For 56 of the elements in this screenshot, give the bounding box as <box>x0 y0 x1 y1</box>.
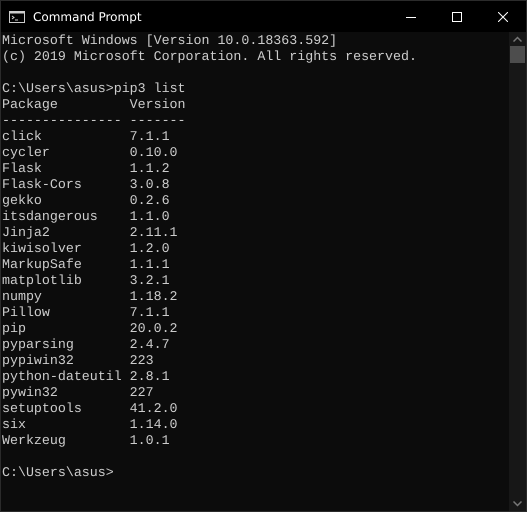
package-name: Flask <box>2 161 42 177</box>
package-version: 1.0.1 <box>130 433 170 449</box>
package-version: 1.2.0 <box>130 241 170 257</box>
package-name: pip <box>2 321 26 337</box>
console-app-icon <box>9 10 25 22</box>
column-header: Version <box>130 97 186 113</box>
separator-line: ------- <box>130 113 186 129</box>
package-name: pywin32 <box>2 385 58 401</box>
package-version: 0.10.0 <box>130 145 178 161</box>
package-name: kiwisolver <box>2 241 82 257</box>
package-version: 1.1.1 <box>130 257 170 273</box>
scrollbar-thumb[interactable] <box>510 46 525 63</box>
package-name: itsdangerous <box>2 209 98 225</box>
package-name: click <box>2 129 42 145</box>
package-name: cycler <box>2 145 50 161</box>
package-version: 1.1.2 <box>130 161 170 177</box>
package-version: 2.11.1 <box>130 225 178 241</box>
package-version: 223 <box>130 353 154 369</box>
package-version: 20.0.2 <box>130 321 178 337</box>
command-line: C:\Users\asus>pip3 list <box>2 81 186 97</box>
package-name: MarkupSafe <box>2 257 82 273</box>
package-name: matplotlib <box>2 273 82 289</box>
console-output-line: (c) 2019 Microsoft Corporation. All rights reserved. <box>2 49 417 65</box>
package-name: pyparsing <box>2 337 74 353</box>
package-name: pypiwin32 <box>2 353 74 369</box>
package-version: 7.1.1 <box>130 129 170 145</box>
column-header: Package <box>2 97 58 113</box>
window-title: Command Prompt <box>33 8 143 26</box>
package-name: Flask-Cors <box>2 177 82 193</box>
package-name: gekko <box>2 193 42 209</box>
package-name: Werkzeug <box>2 433 66 449</box>
command-prompt: C:\Users\asus> <box>2 465 114 481</box>
scrollbar[interactable] <box>509 32 526 511</box>
package-version: 1.14.0 <box>130 417 178 433</box>
package-name: numpy <box>2 289 42 305</box>
package-version: 2.8.1 <box>130 369 170 385</box>
package-name: setuptools <box>2 401 82 417</box>
maximize-icon <box>452 12 462 22</box>
package-name: six <box>2 417 26 433</box>
package-name: Pillow <box>2 305 50 321</box>
package-version: 7.1.1 <box>130 305 170 321</box>
package-version: 227 <box>130 385 154 401</box>
scroll-down-icon[interactable] <box>513 501 522 507</box>
package-name: python-dateutil <box>2 369 122 385</box>
scroll-up-icon[interactable] <box>513 36 522 42</box>
separator-line: --------------- <box>2 113 122 129</box>
package-version: 3.0.8 <box>130 177 170 193</box>
package-version: 0.2.6 <box>130 193 170 209</box>
package-version: 41.2.0 <box>130 401 178 417</box>
package-name: Jinja2 <box>2 225 50 241</box>
package-version: 1.18.2 <box>130 289 178 305</box>
close-icon <box>498 12 508 22</box>
console-output-line: Microsoft Windows [Version 10.0.18363.592] <box>2 33 338 49</box>
package-version: 2.4.7 <box>130 337 170 353</box>
package-version: 3.2.1 <box>130 273 170 289</box>
package-version: 1.1.0 <box>130 209 170 225</box>
